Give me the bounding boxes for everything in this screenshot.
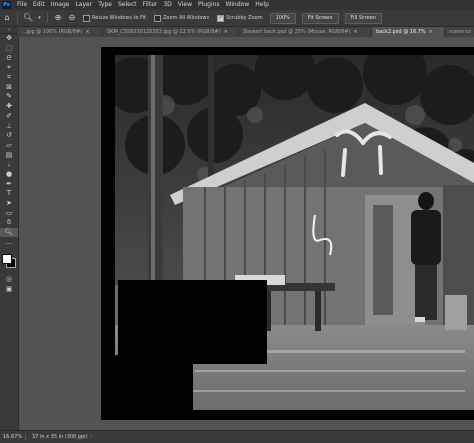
close-icon[interactable]: ×	[429, 29, 433, 35]
tab-document-2[interactable]: SKM_C558230125353.jpg @ 12.5% (RGB/8#) ×	[103, 27, 239, 37]
menu-plugins[interactable]: Plugins	[195, 0, 223, 10]
lasso-icon[interactable]: ᘓ	[0, 53, 18, 63]
close-icon[interactable]: ×	[353, 29, 357, 35]
resize-windows-checkbox[interactable]: Resize Windows to Fit	[83, 14, 146, 22]
more-tools-icon[interactable]: …	[0, 237, 18, 247]
document-tabs: ...jpg @ 100% (RGB/8#) × SKM_C55823012535…	[18, 27, 474, 37]
path-select-icon[interactable]: ➤	[0, 199, 18, 209]
menu-window[interactable]: Window	[223, 0, 253, 10]
menu-bar: Ps File Edit Image Layer Type Select Fil…	[0, 0, 474, 10]
divider	[47, 13, 48, 23]
dodge-icon[interactable]: ●	[0, 170, 18, 180]
zoom-icon[interactable]: 🔍︎	[0, 227, 18, 238]
marquee-icon[interactable]: ⬚	[0, 44, 18, 54]
tab-label: back2.psd @ 16.7%	[376, 29, 426, 35]
tab-label: ...jpg @ 100% (RGB/8#)	[22, 29, 83, 35]
object-select-icon[interactable]: ⌖	[0, 63, 18, 73]
color-swatches	[0, 253, 18, 271]
eyedropper-icon[interactable]: ✎	[0, 92, 18, 102]
blur-icon[interactable]: 💧︎	[0, 160, 18, 170]
options-bar: ⌂ 🔍︎ ▾ ⊕ ⊖ Resize Windows to Fit Zoom Al…	[0, 10, 474, 27]
toolbox-collapse-handle[interactable]: »	[0, 27, 18, 34]
photoshop-logo[interactable]: Ps	[2, 1, 11, 9]
crop-icon[interactable]: ⌗	[0, 73, 18, 83]
chevron-down-icon[interactable]: ▾	[37, 13, 42, 23]
document-info: 37 in x 35 in (300 ppi)	[32, 434, 88, 440]
menu-help[interactable]: Help	[252, 0, 272, 10]
scrubby-zoom-label: Scrubby Zoom	[226, 15, 263, 21]
hand-icon[interactable]: ✋︎	[0, 218, 18, 228]
pen-icon[interactable]: ✒	[0, 179, 18, 189]
menu-edit[interactable]: Edit	[30, 0, 48, 10]
tab-document-5[interactable]: scene co	[445, 27, 474, 37]
tab-document-3[interactable]: Stewart back.psd @ 25% (Mouse, RGB/8#) ×	[239, 27, 372, 37]
gradient-icon[interactable]: ▤	[0, 150, 18, 160]
scrubby-zoom-checkbox[interactable]: ✓ Scrubby Zoom	[217, 14, 263, 22]
menu-file[interactable]: File	[14, 0, 30, 10]
brush-icon[interactable]: ✐	[0, 112, 18, 122]
zoom-in-icon[interactable]: ⊕	[53, 13, 63, 23]
document-canvas-area[interactable]	[19, 37, 474, 430]
frame-icon[interactable]: ⊠	[0, 82, 18, 92]
quick-mask-icon[interactable]: ◎	[0, 275, 18, 285]
status-bar: 16.67% 37 in x 35 in (300 ppi) ›	[0, 430, 474, 443]
zoom-all-windows-checkbox[interactable]: Zoom All Windows	[154, 14, 210, 22]
checkbox-box[interactable]	[154, 14, 161, 22]
black-fill-region	[101, 355, 193, 410]
menu-layer[interactable]: Layer	[72, 0, 95, 10]
chevron-right-icon[interactable]: ›	[91, 434, 93, 440]
zoom-100-button[interactable]: 100%	[269, 12, 296, 24]
checkbox-box[interactable]	[83, 14, 90, 22]
rectangle-icon[interactable]: ▭	[0, 208, 18, 218]
toolbox: » ✥ ⬚ ᘓ ⌖ ⌗ ⊠ ✎ ✚ ✐ ⊥ ↺ ▱ ▤ 💧︎ ● ✒ T ➤ ▭…	[0, 27, 19, 430]
menu-view[interactable]: View	[175, 0, 195, 10]
zoom-level-readout[interactable]: 16.67%	[0, 434, 26, 440]
tab-label: Stewart back.psd @ 25% (Mouse, RGB/8#)	[243, 29, 351, 35]
home-icon[interactable]: ⌂	[2, 13, 12, 23]
tab-label: SKM_C558230125353.jpg @ 12.5% (RGB/8#)	[107, 29, 221, 35]
menu-image[interactable]: Image	[48, 0, 73, 10]
menu-select[interactable]: Select	[115, 0, 140, 10]
checkbox-box-checked[interactable]: ✓	[217, 14, 225, 22]
menu-type[interactable]: Type	[95, 0, 115, 10]
stamp-icon[interactable]: ⊥	[0, 121, 18, 131]
tab-document-active[interactable]: back2.psd @ 16.7% ×	[372, 27, 445, 37]
eraser-icon[interactable]: ▱	[0, 141, 18, 151]
type-icon[interactable]: T	[0, 189, 18, 199]
tab-label: scene co	[449, 29, 472, 35]
menu-filter[interactable]: Filter	[140, 0, 161, 10]
healing-icon[interactable]: ✚	[0, 102, 18, 112]
zoom-all-windows-label: Zoom All Windows	[163, 15, 210, 21]
tab-document-1[interactable]: ...jpg @ 100% (RGB/8#) ×	[18, 27, 103, 37]
resize-windows-label: Resize Windows to Fit	[92, 15, 146, 21]
fit-screen-button[interactable]: Fit Screen	[301, 12, 339, 24]
move-icon[interactable]: ✥	[0, 34, 18, 44]
black-fill-region	[118, 280, 267, 364]
divider	[17, 13, 18, 23]
close-icon[interactable]: ×	[85, 29, 89, 35]
zoom-tool-preset-icon[interactable]: 🔍︎	[23, 13, 33, 23]
close-icon[interactable]: ×	[224, 29, 228, 35]
fill-screen-button[interactable]: Fill Screen	[344, 12, 383, 24]
history-brush-icon[interactable]: ↺	[0, 131, 18, 141]
screen-mode-icon[interactable]: ▣	[0, 285, 18, 295]
zoom-out-icon[interactable]: ⊖	[67, 13, 77, 23]
menu-3d[interactable]: 3D	[160, 0, 174, 10]
foreground-color-swatch[interactable]	[2, 254, 12, 265]
